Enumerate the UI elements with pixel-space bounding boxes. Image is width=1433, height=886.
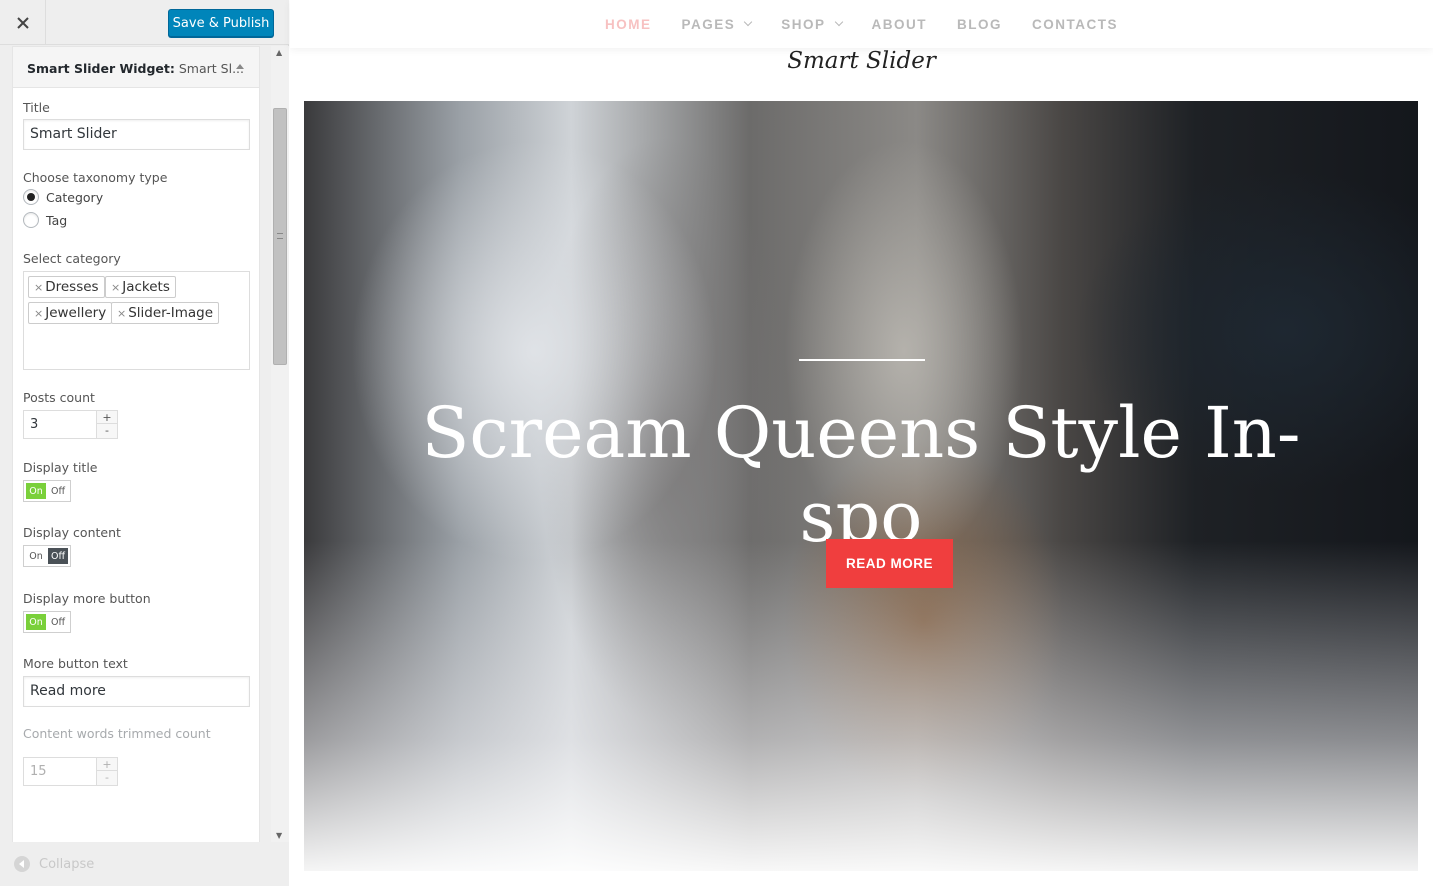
decrement-button[interactable]: - (97, 424, 117, 437)
category-tag: × Dresses (28, 276, 105, 298)
title-label: Title (23, 100, 50, 115)
customizer-panel: Save & Publish Smart Slider Widget: Smar… (0, 0, 289, 886)
increment-button[interactable]: + (97, 411, 117, 424)
panel-header: Save & Publish (0, 0, 289, 45)
tag-label: Dresses (45, 279, 99, 295)
scroll-down-icon[interactable]: ▼ (276, 831, 282, 840)
display-more-label: Display more button (23, 591, 151, 606)
category-tag: × Slider-Image (111, 302, 220, 324)
taxonomy-category-radio[interactable]: Category (23, 189, 103, 205)
tag-label: Jewellery (45, 305, 107, 321)
tag-label: Slider-Image (128, 305, 214, 321)
remove-tag-icon[interactable]: × (34, 281, 43, 294)
posts-count-stepper[interactable]: 3 + - (23, 410, 118, 439)
more-text-input[interactable]: Read more (23, 676, 250, 707)
save-publish-button[interactable]: Save & Publish (168, 9, 274, 37)
nav-label: About (871, 16, 928, 32)
select-category-label: Select category (23, 251, 121, 266)
tag-label: Jackets (122, 279, 170, 295)
widget-title: Smart Slider Widget: Smart Sl... (27, 61, 244, 76)
taxonomy-tag-radio[interactable]: Tag (23, 212, 67, 228)
collapse-label: Collapse (39, 856, 95, 872)
radio-label: Category (46, 189, 104, 205)
trim-count-stepper[interactable]: 15 + - (23, 757, 118, 786)
posts-count-label: Posts count (23, 390, 95, 405)
widget-form: Title Smart Slider Choose taxonomy type … (12, 88, 260, 842)
display-title-label: Display title (23, 460, 98, 475)
nav-item-shop[interactable]: Shop (781, 16, 843, 32)
site-preview: Home Pages Shop About Blog Contacts Smar… (290, 0, 1433, 886)
toggle-off[interactable]: Off (48, 483, 68, 499)
increment-button[interactable]: + (97, 758, 117, 771)
category-tag: × Jackets (105, 276, 176, 298)
slider-widget-heading: Smart Slider (787, 48, 936, 74)
radio-button[interactable] (23, 189, 39, 205)
trim-count-value: 15 (30, 764, 47, 779)
remove-tag-icon[interactable]: × (111, 281, 120, 294)
toggle-off[interactable]: Off (48, 614, 68, 630)
scroll-thumb[interactable] (273, 108, 287, 365)
trim-count-label: Content words trimmed count (23, 726, 211, 741)
decrement-button[interactable]: - (97, 771, 117, 784)
nav-label: Contacts (1032, 16, 1119, 32)
nav-label: Home (604, 16, 652, 32)
radio-label: Tag (46, 212, 68, 228)
widget-title-bold: Smart Slider Widget: (27, 61, 175, 76)
read-more-button[interactable]: Read more (826, 539, 953, 588)
close-customizer-button[interactable] (0, 0, 46, 45)
close-icon (16, 16, 29, 29)
nav-item-blog[interactable]: Blog (957, 17, 1002, 32)
slider-slide[interactable]: Scream Queens Style In-spo Read more (304, 101, 1418, 871)
slide-image-fade (304, 541, 1418, 871)
taxonomy-label: Choose taxonomy type (23, 170, 168, 185)
nav-item-pages[interactable]: Pages (681, 16, 753, 32)
panel-scrollbar[interactable]: ▲ ▼ (271, 46, 289, 842)
toggle-on[interactable]: On (26, 548, 46, 564)
nav-label: Blog (957, 16, 1003, 32)
nav-label: Shop (781, 16, 826, 32)
toggle-off[interactable]: Off (48, 548, 68, 564)
collapse-button[interactable]: Collapse (14, 856, 94, 872)
display-more-toggle[interactable]: On Off (23, 611, 71, 633)
category-multiselect[interactable]: × Dresses × Jackets × Jewellery × Slider-Ima… (23, 271, 250, 370)
caret-up-icon[interactable] (235, 62, 245, 70)
main-navigation: Home Pages Shop About Blog Contacts (290, 0, 1433, 48)
nav-item-about[interactable]: About (872, 17, 928, 32)
remove-tag-icon[interactable]: × (34, 307, 43, 320)
category-tag: × Jewellery (28, 302, 113, 324)
widget-area: Smart Slider Widget: Smart Sl... Title S… (12, 46, 260, 842)
chevron-down-icon (744, 17, 753, 27)
nav-label: Pages (681, 16, 736, 32)
display-content-toggle[interactable]: On Off (23, 545, 71, 567)
panel-footer: Collapse (0, 842, 289, 886)
slide-divider (799, 359, 925, 361)
display-title-toggle[interactable]: On Off (23, 480, 71, 502)
more-text-label: More button text (23, 656, 128, 671)
collapse-icon (14, 856, 30, 872)
chevron-down-icon (834, 17, 843, 27)
scroll-up-icon[interactable]: ▲ (276, 48, 282, 57)
title-input[interactable]: Smart Slider (23, 119, 250, 150)
nav-item-contacts[interactable]: Contacts (1032, 17, 1118, 32)
remove-tag-icon[interactable]: × (117, 307, 126, 320)
nav-item-home[interactable]: Home (605, 17, 652, 32)
toggle-on[interactable]: On (26, 614, 46, 630)
widget-header[interactable]: Smart Slider Widget: Smart Sl... (12, 46, 260, 88)
posts-count-value: 3 (30, 417, 39, 432)
display-content-label: Display content (23, 525, 121, 540)
slide-title[interactable]: Scream Queens Style In-spo (364, 391, 1358, 551)
radio-button[interactable] (23, 212, 39, 228)
toggle-on[interactable]: On (26, 483, 46, 499)
